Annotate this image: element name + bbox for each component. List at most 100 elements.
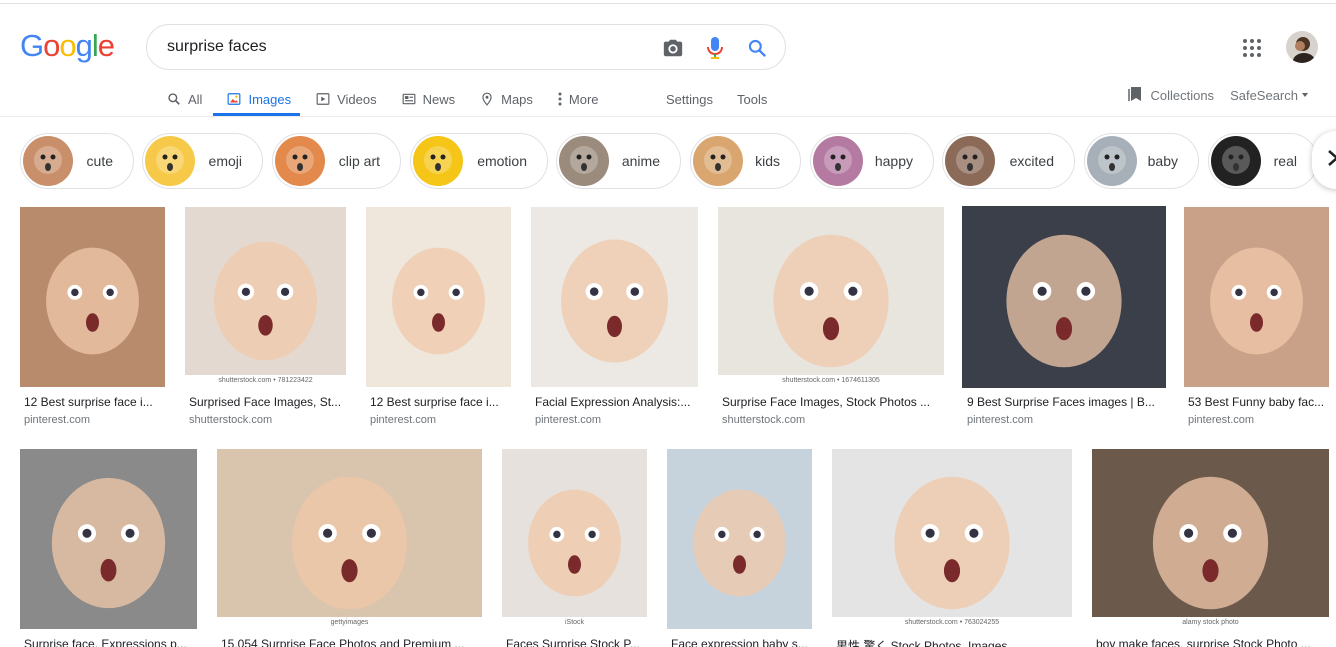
result-source: shutterstock.com	[722, 414, 806, 426]
result-thumbnail[interactable]: alamy stock photo	[1092, 449, 1329, 629]
image-result[interactable]: 9 Best Surprise Faces images | B... pinte…	[962, 206, 1166, 427]
logo-letter: o	[59, 28, 76, 63]
result-thumbnail[interactable]	[1184, 207, 1329, 387]
chip-emotion[interactable]: emotion	[410, 133, 548, 189]
result-title[interactable]: 男性 驚く Stock Photos, Images ...	[836, 637, 1072, 647]
tab-images[interactable]: Images	[213, 82, 302, 116]
more-vert-icon	[557, 91, 563, 107]
tab-label: Images	[248, 91, 292, 107]
result-source: pinterest.com	[967, 414, 1034, 426]
chip-label: cute	[86, 153, 113, 169]
tab-label: Maps	[501, 91, 533, 107]
result-title[interactable]: Surprise face. Expressions p...	[24, 637, 197, 647]
result-title[interactable]: 53 Best Funny baby fac...	[1188, 395, 1329, 409]
tab-news[interactable]: News	[398, 82, 467, 116]
chip-anime[interactable]: anime	[556, 133, 681, 189]
chip-label: clip art	[338, 153, 380, 169]
watermark: alamy stock photo	[1092, 617, 1329, 629]
chip-clip-art[interactable]: clip art	[272, 133, 401, 189]
tab-label: All	[188, 91, 203, 107]
result-thumbnail[interactable]	[20, 207, 165, 387]
result-thumbnail[interactable]: iStock	[502, 449, 647, 629]
tools-link[interactable]: Tools	[737, 92, 767, 107]
safesearch-label: SafeSearch	[1230, 87, 1298, 103]
logo-letter: o	[43, 28, 60, 63]
image-result[interactable]: shutterstock.com • 1674611305 Surprise Fa…	[718, 207, 944, 427]
result-thumbnail[interactable]: shutterstock.com • 781223422	[185, 207, 346, 387]
google-logo[interactable]: Google	[20, 28, 115, 64]
result-thumbnail[interactable]	[20, 449, 197, 629]
search-input[interactable]	[167, 35, 647, 59]
watermark: shutterstock.com • 763024255	[832, 617, 1072, 629]
caret-down-icon	[1300, 88, 1310, 103]
result-title[interactable]: Facial Expression Analysis:...	[535, 395, 698, 409]
result-title[interactable]: 9 Best Surprise Faces images | B...	[967, 395, 1165, 409]
related-chips: cute emoji clip art emotion anime kids happy ex…	[20, 133, 1336, 189]
chip-kids[interactable]: kids	[690, 133, 801, 189]
chip-emoji[interactable]: emoji	[142, 133, 263, 189]
image-result[interactable]: 12 Best surprise face i... pinterest.com	[366, 207, 511, 427]
search-box	[146, 24, 786, 70]
camera-icon[interactable]	[661, 36, 685, 60]
result-source: shutterstock.com	[189, 414, 273, 426]
watermark: gettyimages	[217, 617, 482, 629]
image-result[interactable]: shutterstock.com • 763024255 男性 驚く Stock …	[832, 449, 1072, 647]
result-thumbnail[interactable]	[531, 207, 698, 387]
image-result[interactable]: alamy stock photo boy make faces, surpris…	[1092, 449, 1329, 647]
search-icon[interactable]	[745, 36, 769, 60]
chip-real[interactable]: real	[1208, 133, 1318, 189]
image-result[interactable]: 12 Best surprise face i... pinterest.com	[20, 207, 165, 427]
logo-letter: G	[20, 28, 44, 63]
tab-more[interactable]: More	[554, 82, 610, 116]
result-title[interactable]: Face expression baby s...	[671, 637, 812, 647]
result-title[interactable]: Surprise Face Images, Stock Photos ...	[722, 395, 944, 409]
video-icon	[315, 91, 331, 107]
chip-cute[interactable]: cute	[20, 133, 134, 189]
result-title[interactable]: Surprised Face Images, St...	[189, 395, 346, 409]
collections-link[interactable]: Collections	[1128, 86, 1214, 105]
safesearch-dropdown[interactable]: SafeSearch	[1230, 88, 1310, 103]
image-result[interactable]: gettyimages 15,054 Surprise Face Photos a…	[217, 449, 482, 647]
result-title[interactable]: boy make faces, surprise Stock Photo ...	[1096, 637, 1329, 647]
watermark: iStock	[502, 617, 647, 629]
chip-baby[interactable]: baby	[1084, 133, 1199, 189]
result-thumbnail[interactable]	[962, 206, 1166, 388]
search-tabs: All Images Videos News Maps More	[163, 82, 620, 116]
news-icon	[401, 91, 417, 107]
image-result[interactable]: Surprise face. Expressions p...	[20, 449, 197, 647]
result-thumbnail[interactable]: shutterstock.com • 1674611305	[718, 207, 944, 387]
result-title[interactable]: Faces Surprise Stock P...	[506, 637, 647, 647]
image-result[interactable]: iStock Faces Surprise Stock P...	[502, 449, 647, 647]
result-title[interactable]: 12 Best surprise face i...	[24, 395, 165, 409]
chip-label: anime	[621, 153, 660, 169]
chip-thumbnail	[275, 136, 325, 186]
image-result[interactable]: Face expression baby s...	[667, 449, 812, 647]
result-title[interactable]: 15,054 Surprise Face Photos and Premium …	[221, 637, 482, 647]
logo-letter: e	[97, 28, 115, 63]
watermark: shutterstock.com • 1674611305	[718, 375, 944, 387]
image-result[interactable]: shutterstock.com • 781223422 Surprised Fa…	[185, 207, 346, 427]
chip-happy[interactable]: happy	[810, 133, 934, 189]
result-thumbnail[interactable]	[366, 207, 511, 387]
chip-thumbnail	[945, 136, 995, 186]
result-thumbnail[interactable]: shutterstock.com • 763024255	[832, 449, 1072, 629]
right-links: Collections SafeSearch	[1128, 82, 1310, 108]
settings-link[interactable]: Settings	[666, 92, 713, 107]
apps-grid-icon[interactable]	[1240, 36, 1264, 60]
chip-thumbnail	[559, 136, 609, 186]
result-thumbnail[interactable]	[667, 449, 812, 629]
chip-thumbnail	[813, 136, 863, 186]
watermark: shutterstock.com • 781223422	[185, 375, 346, 387]
tab-videos[interactable]: Videos	[312, 82, 388, 116]
microphone-icon[interactable]	[703, 36, 727, 60]
result-title[interactable]: 12 Best surprise face i...	[370, 395, 511, 409]
account-avatar[interactable]	[1286, 31, 1318, 63]
image-result[interactable]: Facial Expression Analysis:... pinterest.…	[531, 207, 698, 427]
chip-label: kids	[755, 153, 780, 169]
tab-maps[interactable]: Maps	[476, 82, 544, 116]
image-result[interactable]: 53 Best Funny baby fac... pinterest.com	[1184, 207, 1329, 427]
chip-label: excited	[1009, 153, 1054, 169]
result-thumbnail[interactable]: gettyimages	[217, 449, 482, 629]
tab-all[interactable]: All	[163, 82, 213, 116]
chip-excited[interactable]: excited	[942, 133, 1075, 189]
